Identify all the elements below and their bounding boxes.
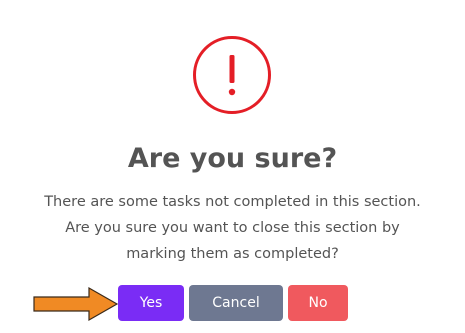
confirmation-dialog: Are you sure? There are some tasks not c… xyxy=(0,0,465,333)
dialog-message: There are some tasks not completed in th… xyxy=(44,194,421,262)
yes-button[interactable]: Yes xyxy=(118,285,184,321)
no-button[interactable]: No xyxy=(288,285,348,321)
cancel-button[interactable]: Cancel xyxy=(189,285,283,321)
orange-arrow-icon xyxy=(33,286,119,322)
exclamation-circle-icon xyxy=(193,36,271,114)
dialog-title: Are you sure? xyxy=(127,143,338,174)
